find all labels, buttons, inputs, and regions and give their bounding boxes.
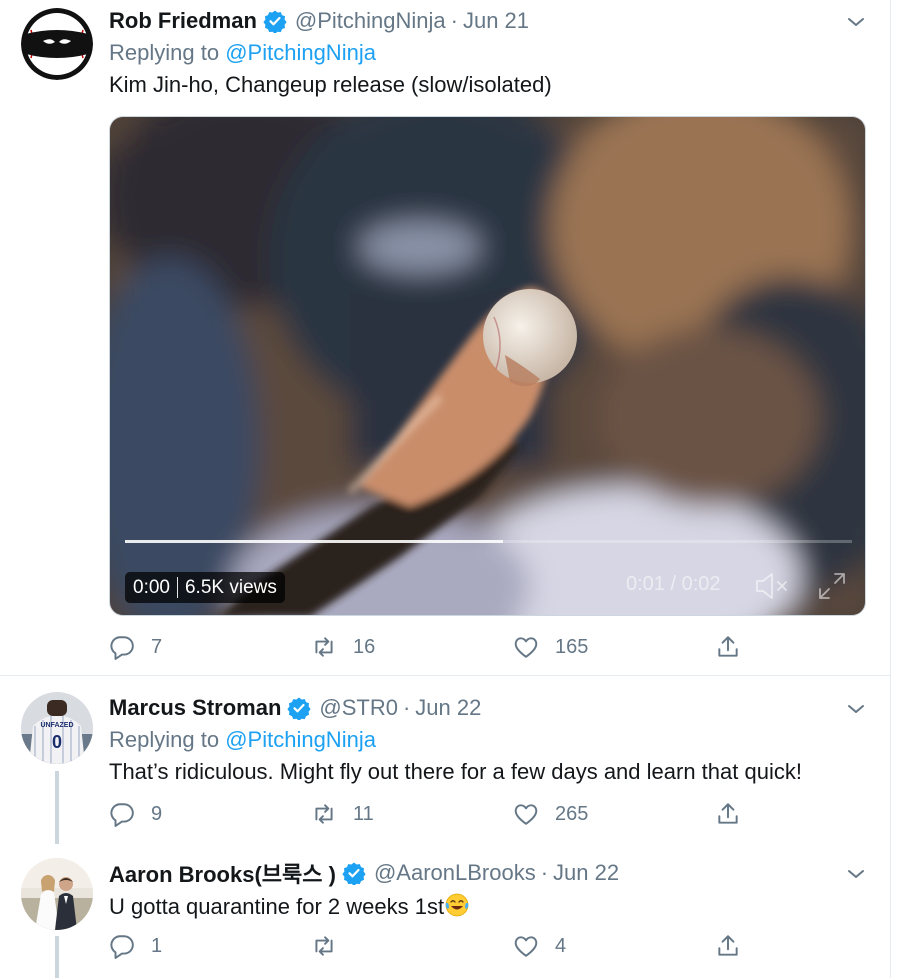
like-icon: [514, 936, 538, 957]
video-player[interactable]: 0:00 6.5K views 0:01 / 0:02: [109, 116, 866, 616]
tweet-date[interactable]: Jun 21: [463, 8, 529, 34]
retweet-button[interactable]: 11: [311, 799, 374, 829]
like-count: 265: [555, 802, 589, 825]
retweet-button[interactable]: 16: [311, 632, 375, 662]
avatar[interactable]: [21, 8, 93, 80]
tweet-text: That’s ridiculous. Might fly out there f…: [109, 759, 802, 784]
reply-icon: [110, 935, 134, 959]
reply-button[interactable]: 9: [109, 799, 162, 829]
tweet-actions: 9 11 265: [109, 799, 769, 829]
video-progress-fill: [125, 540, 504, 543]
thread-connector: [55, 936, 59, 978]
tweet-date[interactable]: Jun 22: [415, 695, 481, 721]
share-icon: [718, 935, 738, 956]
avatar[interactable]: [21, 858, 93, 930]
replying-to-label: Replying to: [109, 40, 220, 65]
handle[interactable]: @STR0: [319, 695, 398, 721]
verified-badge-icon: [342, 862, 366, 885]
tweet[interactable]: UNFAZED 0 Marcus Stroman @STR0 · Jun 22 …: [0, 677, 890, 844]
retweet-icon: [315, 637, 333, 657]
jersey-photo-avatar: UNFAZED 0: [21, 692, 93, 764]
display-name[interactable]: Marcus Stroman: [109, 695, 281, 721]
replying-to-link[interactable]: @PitchingNinja: [225, 727, 376, 752]
tweet-header: Marcus Stroman @STR0 · Jun 22: [109, 693, 481, 723]
like-icon: [514, 804, 538, 825]
replying-to: Replying to @PitchingNinja: [109, 40, 376, 66]
timeline-border: [890, 0, 891, 978]
like-count: 4: [555, 934, 567, 957]
badge-divider: [176, 577, 178, 598]
caret-down-icon[interactable]: [846, 864, 866, 884]
tweet-actions: 7 16 165: [109, 632, 769, 662]
reply-count: 9: [151, 802, 163, 825]
reply-count: 7: [151, 635, 163, 658]
like-button[interactable]: 165: [513, 632, 588, 662]
caret-down-icon[interactable]: [846, 12, 866, 32]
reply-count: 1: [151, 934, 163, 957]
replying-to: Replying to @PitchingNinja: [109, 727, 376, 753]
share-icon: [718, 803, 738, 824]
reply-button[interactable]: 7: [109, 632, 162, 662]
like-count: 165: [555, 635, 589, 658]
svg-text:UNFAZED: UNFAZED: [40, 722, 73, 729]
video-views: 6.5K views: [184, 576, 277, 598]
share-button[interactable]: [715, 799, 741, 829]
fullscreen-icon[interactable]: [816, 570, 848, 602]
retweet-count: 16: [353, 635, 376, 658]
like-button[interactable]: 4: [513, 931, 566, 961]
share-button[interactable]: [715, 931, 741, 961]
tweet-header: Aaron Brooks(브룩스 ) @AaronLBrooks · Jun 2…: [109, 858, 619, 888]
replying-to-link[interactable]: @PitchingNinja: [225, 40, 376, 65]
caret-down-icon[interactable]: [846, 699, 866, 719]
handle[interactable]: @PitchingNinja: [295, 8, 446, 34]
retweet-icon: [315, 936, 333, 956]
separator-dot: ·: [402, 695, 411, 720]
video-elapsed: 0:00: [133, 576, 170, 598]
display-name[interactable]: Rob Friedman: [109, 8, 257, 34]
video-time: 0:01 / 0:02: [626, 573, 721, 595]
tweet[interactable]: Aaron Brooks(브룩스 ) @AaronLBrooks · Jun 2…: [0, 844, 890, 978]
reply-icon: [110, 636, 134, 660]
tweet-date[interactable]: Jun 22: [553, 860, 619, 886]
thread-connector: [55, 771, 59, 844]
reply-icon: [110, 803, 134, 827]
separator-dot: ·: [450, 8, 458, 33]
ninja-baseball-avatar: [21, 8, 93, 80]
retweet-count: 11: [353, 802, 374, 825]
tweet-text-content: U gotta quarantine for 2 weeks 1st: [109, 894, 445, 919]
face-with-tears-of-joy-icon: [445, 893, 469, 917]
tweet-actions: 1 4: [109, 931, 769, 961]
separator-dot: ·: [540, 860, 549, 885]
svg-text:0: 0: [52, 732, 62, 752]
tweet-header: Rob Friedman @PitchingNinja · Jun 21: [109, 6, 529, 36]
like-icon: [514, 637, 538, 658]
retweet-icon: [315, 804, 333, 824]
like-button[interactable]: 265: [513, 799, 588, 829]
share-icon: [718, 636, 738, 657]
tweet[interactable]: Rob Friedman @PitchingNinja · Jun 21 Rep…: [0, 0, 890, 676]
video-progress-bar[interactable]: [125, 540, 852, 543]
retweet-button[interactable]: [311, 931, 353, 961]
share-button[interactable]: [715, 632, 741, 662]
tweet-text: Kim Jin-ho, Changeup release (slow/isola…: [109, 72, 552, 97]
display-name[interactable]: Aaron Brooks(브룩스 ): [109, 857, 336, 889]
replying-to-label: Replying to: [109, 727, 220, 752]
verified-badge-icon: [263, 10, 287, 33]
tweet-text: U gotta quarantine for 2 weeks 1st: [109, 892, 470, 920]
couple-photo-avatar: [21, 858, 93, 930]
verified-badge-icon: [287, 697, 311, 720]
avatar[interactable]: UNFAZED 0: [21, 692, 93, 764]
handle[interactable]: @AaronLBrooks: [374, 860, 536, 886]
video-view-badge: 0:00 6.5K views: [125, 572, 285, 603]
reply-button[interactable]: 1: [109, 931, 162, 961]
mute-icon[interactable]: [754, 570, 790, 602]
